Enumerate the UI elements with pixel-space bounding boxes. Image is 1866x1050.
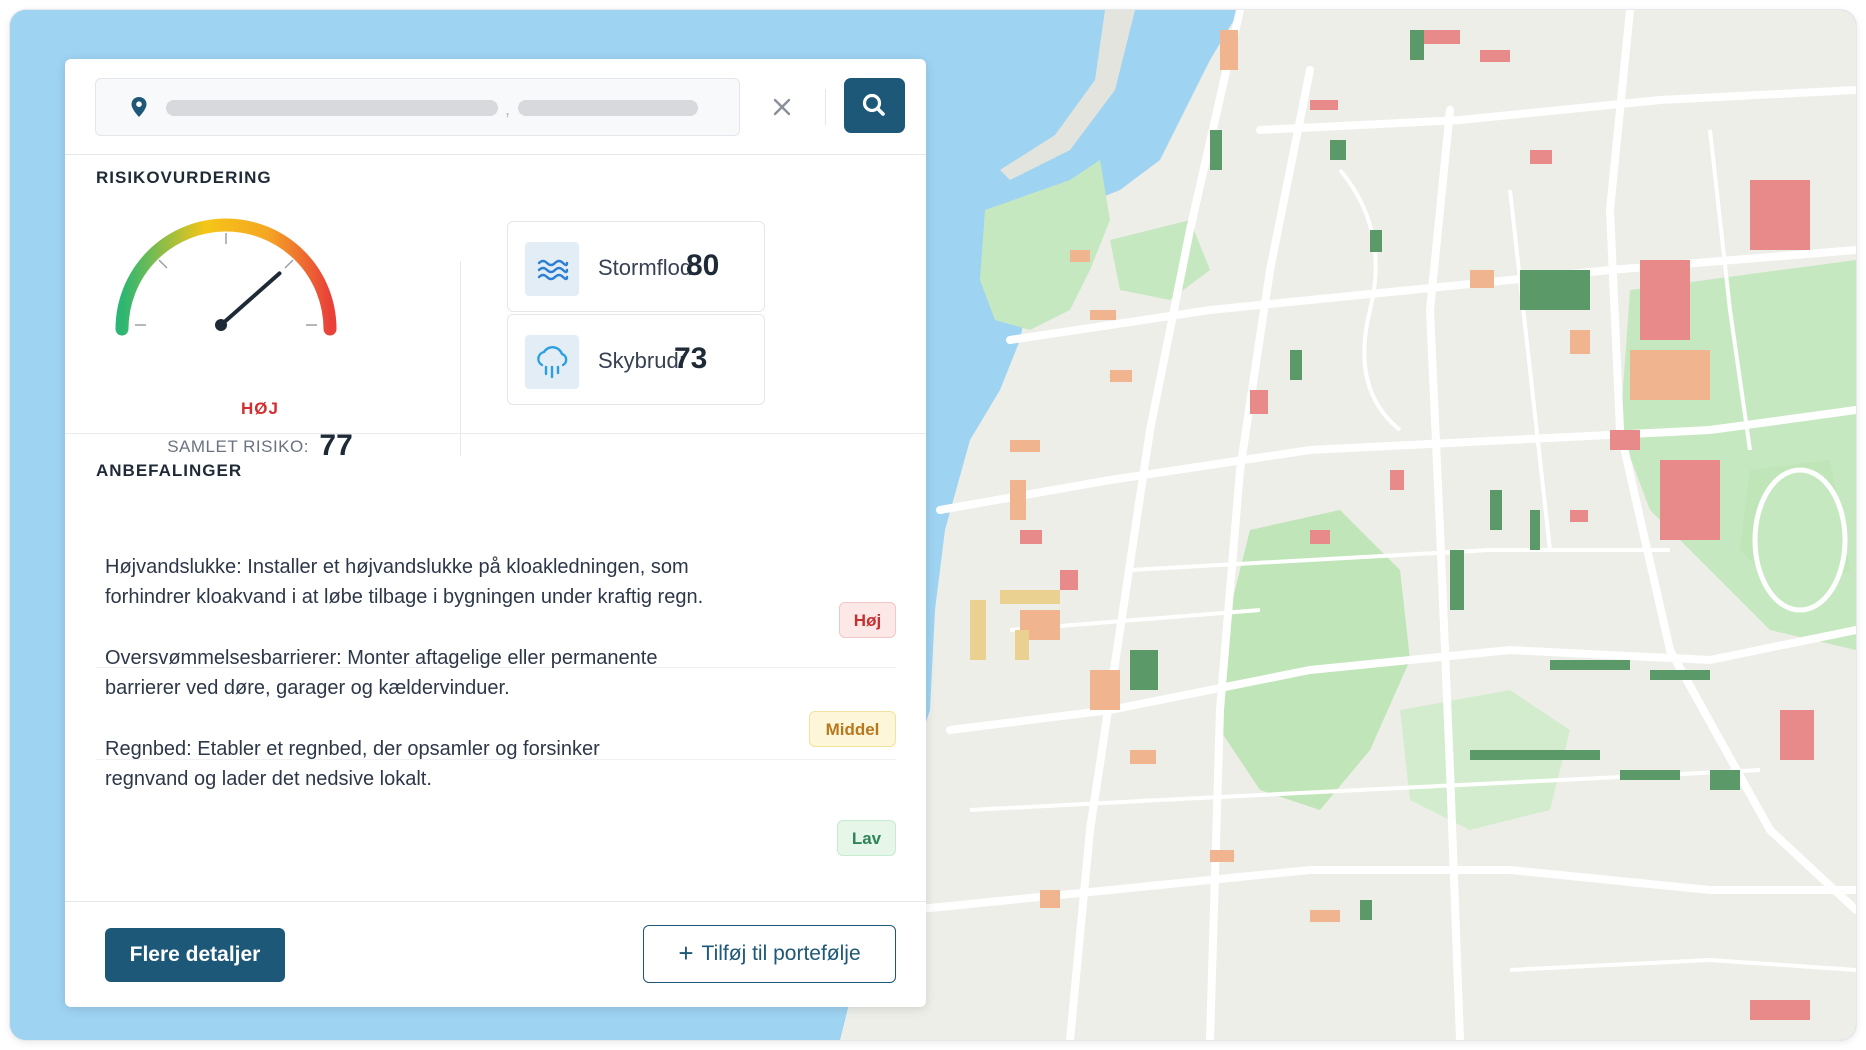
- recommendation-item: Oversvømmelsesbarrierer: Monter aftageli…: [105, 647, 658, 699]
- footer-divider: [65, 901, 926, 902]
- gauge-needle: [219, 271, 282, 327]
- waves-icon: [525, 242, 579, 296]
- section-divider: [65, 433, 926, 434]
- risk-card-skybrud: Skybrud: 73: [507, 314, 765, 405]
- more-details-button[interactable]: Flere detaljer: [105, 928, 285, 982]
- total-risk-label: SAMLET RISIKO:: [167, 437, 309, 456]
- risk-card-value: 73: [674, 342, 708, 375]
- total-risk: SAMLET RISIKO: 77: [125, 429, 395, 463]
- priority-badge-low: Lav: [837, 820, 896, 856]
- address-separator: ,: [505, 99, 511, 119]
- search-button[interactable]: [844, 78, 905, 133]
- priority-badge-medium: Middel: [809, 711, 896, 747]
- risk-card-label: Skybrud:: [598, 348, 685, 373]
- close-icon[interactable]: [765, 90, 799, 124]
- search-divider: [825, 89, 826, 125]
- recommendations-section-title: ANBEFALINGER: [96, 461, 243, 480]
- risk-section-title: RISIKOVURDERING: [96, 168, 272, 187]
- street-placeholder-bar: [166, 100, 498, 116]
- risk-panel: , RISIKOVURDERING HØJ SAMLET RISIKO: 77 …: [65, 59, 926, 1007]
- recommendation-item: Højvandslukke: Installer et højvandslukk…: [105, 556, 704, 608]
- risk-gauge: [115, 218, 337, 336]
- risk-card-label: Stormflod:: [598, 255, 699, 280]
- map-pin-icon: [131, 97, 147, 117]
- app-frame: , RISIKOVURDERING HØJ SAMLET RISIKO: 77 …: [10, 10, 1856, 1040]
- gauge-hub: [215, 319, 227, 331]
- risk-card-stormflod: Stormflod: 80: [507, 221, 765, 312]
- city-placeholder-bar: [518, 100, 698, 116]
- risk-card-value: 80: [686, 249, 720, 282]
- priority-badge-high: Høj: [839, 602, 896, 638]
- risk-level-label: HØJ: [241, 399, 279, 418]
- plus-icon: +: [678, 938, 694, 968]
- add-to-portfolio-label: Tilføj til portefølje: [701, 942, 861, 965]
- search-icon: [862, 93, 885, 116]
- recommendation-item: Regnbed: Etabler et regnbed, der opsamle…: [105, 738, 600, 790]
- address-search-input[interactable]: ,: [95, 78, 740, 136]
- rain-cloud-icon: [525, 335, 579, 389]
- address-search-bar: ,: [65, 59, 926, 155]
- add-to-portfolio-button[interactable]: + Tilføj til portefølje: [643, 925, 896, 983]
- risk-divider: [460, 261, 461, 456]
